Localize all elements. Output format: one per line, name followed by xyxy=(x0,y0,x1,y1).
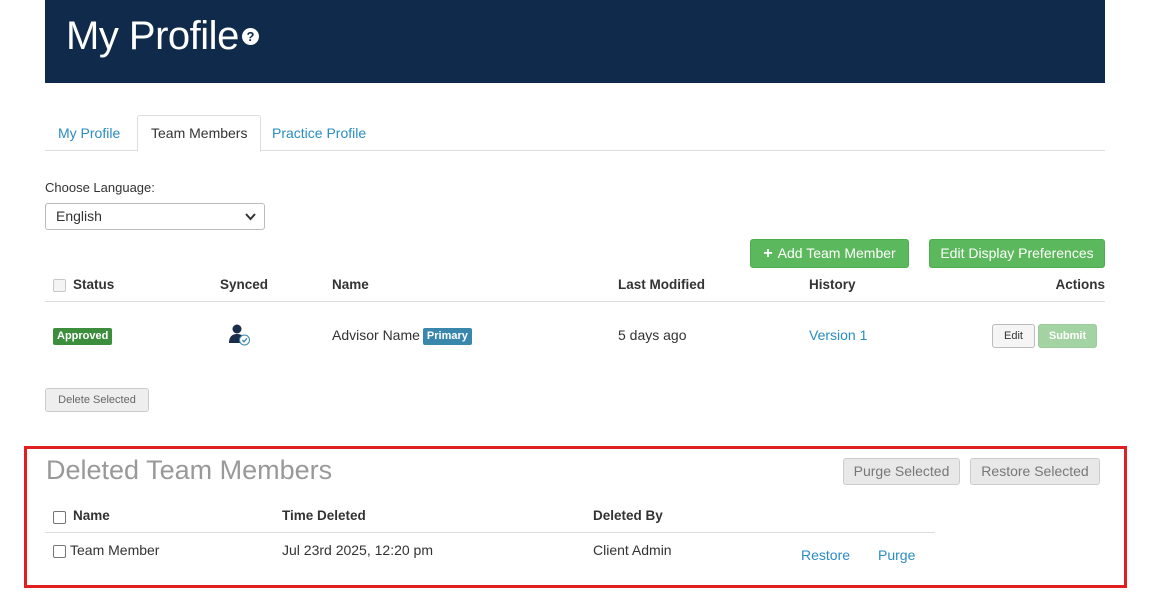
page-header: My Profile ? xyxy=(45,0,1105,83)
delete-selected-button[interactable]: Delete Selected xyxy=(45,388,149,412)
members-table-header: Status Synced Name Last Modified History… xyxy=(45,270,1105,302)
table-row: Approved Advisor Name Primary 5 days ago … xyxy=(45,318,1105,352)
language-select[interactable]: English xyxy=(45,203,265,230)
page-title: My Profile xyxy=(66,14,239,58)
tab-my-profile[interactable]: My Profile xyxy=(45,115,133,151)
select-all-checkbox[interactable] xyxy=(53,279,66,292)
edit-button[interactable]: Edit xyxy=(992,324,1035,348)
deleted-select-all-checkbox[interactable] xyxy=(53,511,66,524)
purge-link[interactable]: Purge xyxy=(878,547,915,563)
submit-button[interactable]: Submit xyxy=(1038,324,1097,348)
add-team-member-label: Add Team Member xyxy=(777,245,896,261)
member-name-cell: Advisor Name Primary xyxy=(332,327,472,345)
add-team-member-button[interactable]: + Add Team Member xyxy=(750,239,909,268)
tab-practice-profile[interactable]: Practice Profile xyxy=(259,115,379,151)
status-badge: Approved xyxy=(53,328,113,345)
deleted-member-name: Team Member xyxy=(70,542,160,558)
language-value: English xyxy=(56,208,102,224)
edit-display-preferences-button[interactable]: Edit Display Preferences xyxy=(929,239,1105,268)
time-deleted-value: Jul 23rd 2025, 12:20 pm xyxy=(282,542,433,558)
col-synced: Synced xyxy=(220,277,269,292)
col-last-modified: Last Modified xyxy=(618,277,705,292)
profile-tabs: My Profile Team Members Practice Profile xyxy=(45,115,1105,152)
deleted-by-value: Client Admin xyxy=(593,542,672,558)
deleted-members-title: Deleted Team Members xyxy=(46,455,333,485)
deleted-table-header: Name Time Deleted Deleted By xyxy=(45,503,935,533)
last-modified-value: 5 days ago xyxy=(618,327,687,343)
member-name: Advisor Name xyxy=(332,327,420,343)
col-status: Status xyxy=(73,277,115,292)
tab-team-members[interactable]: Team Members xyxy=(137,115,262,152)
chevron-down-icon xyxy=(245,204,256,239)
col-name: Name xyxy=(332,277,369,292)
language-label: Choose Language: xyxy=(45,180,155,195)
restore-link[interactable]: Restore xyxy=(801,547,850,563)
purge-selected-button[interactable]: Purge Selected xyxy=(843,458,960,485)
restore-selected-button[interactable]: Restore Selected xyxy=(970,458,1100,485)
col-actions: Actions xyxy=(1055,277,1105,292)
col-time-deleted: Time Deleted xyxy=(282,508,366,523)
primary-badge: Primary xyxy=(422,328,472,345)
plus-icon: + xyxy=(763,245,773,262)
col-history: History xyxy=(809,277,856,292)
row-checkbox[interactable] xyxy=(53,545,66,558)
history-version-link[interactable]: Version 1 xyxy=(809,327,867,343)
table-row: Team Member Jul 23rd 2025, 12:20 pm Clie… xyxy=(45,540,935,566)
synced-user-icon xyxy=(228,323,252,350)
help-icon[interactable]: ? xyxy=(242,28,259,45)
col-deleted-name: Name xyxy=(73,508,110,523)
col-deleted-by: Deleted By xyxy=(593,508,663,523)
